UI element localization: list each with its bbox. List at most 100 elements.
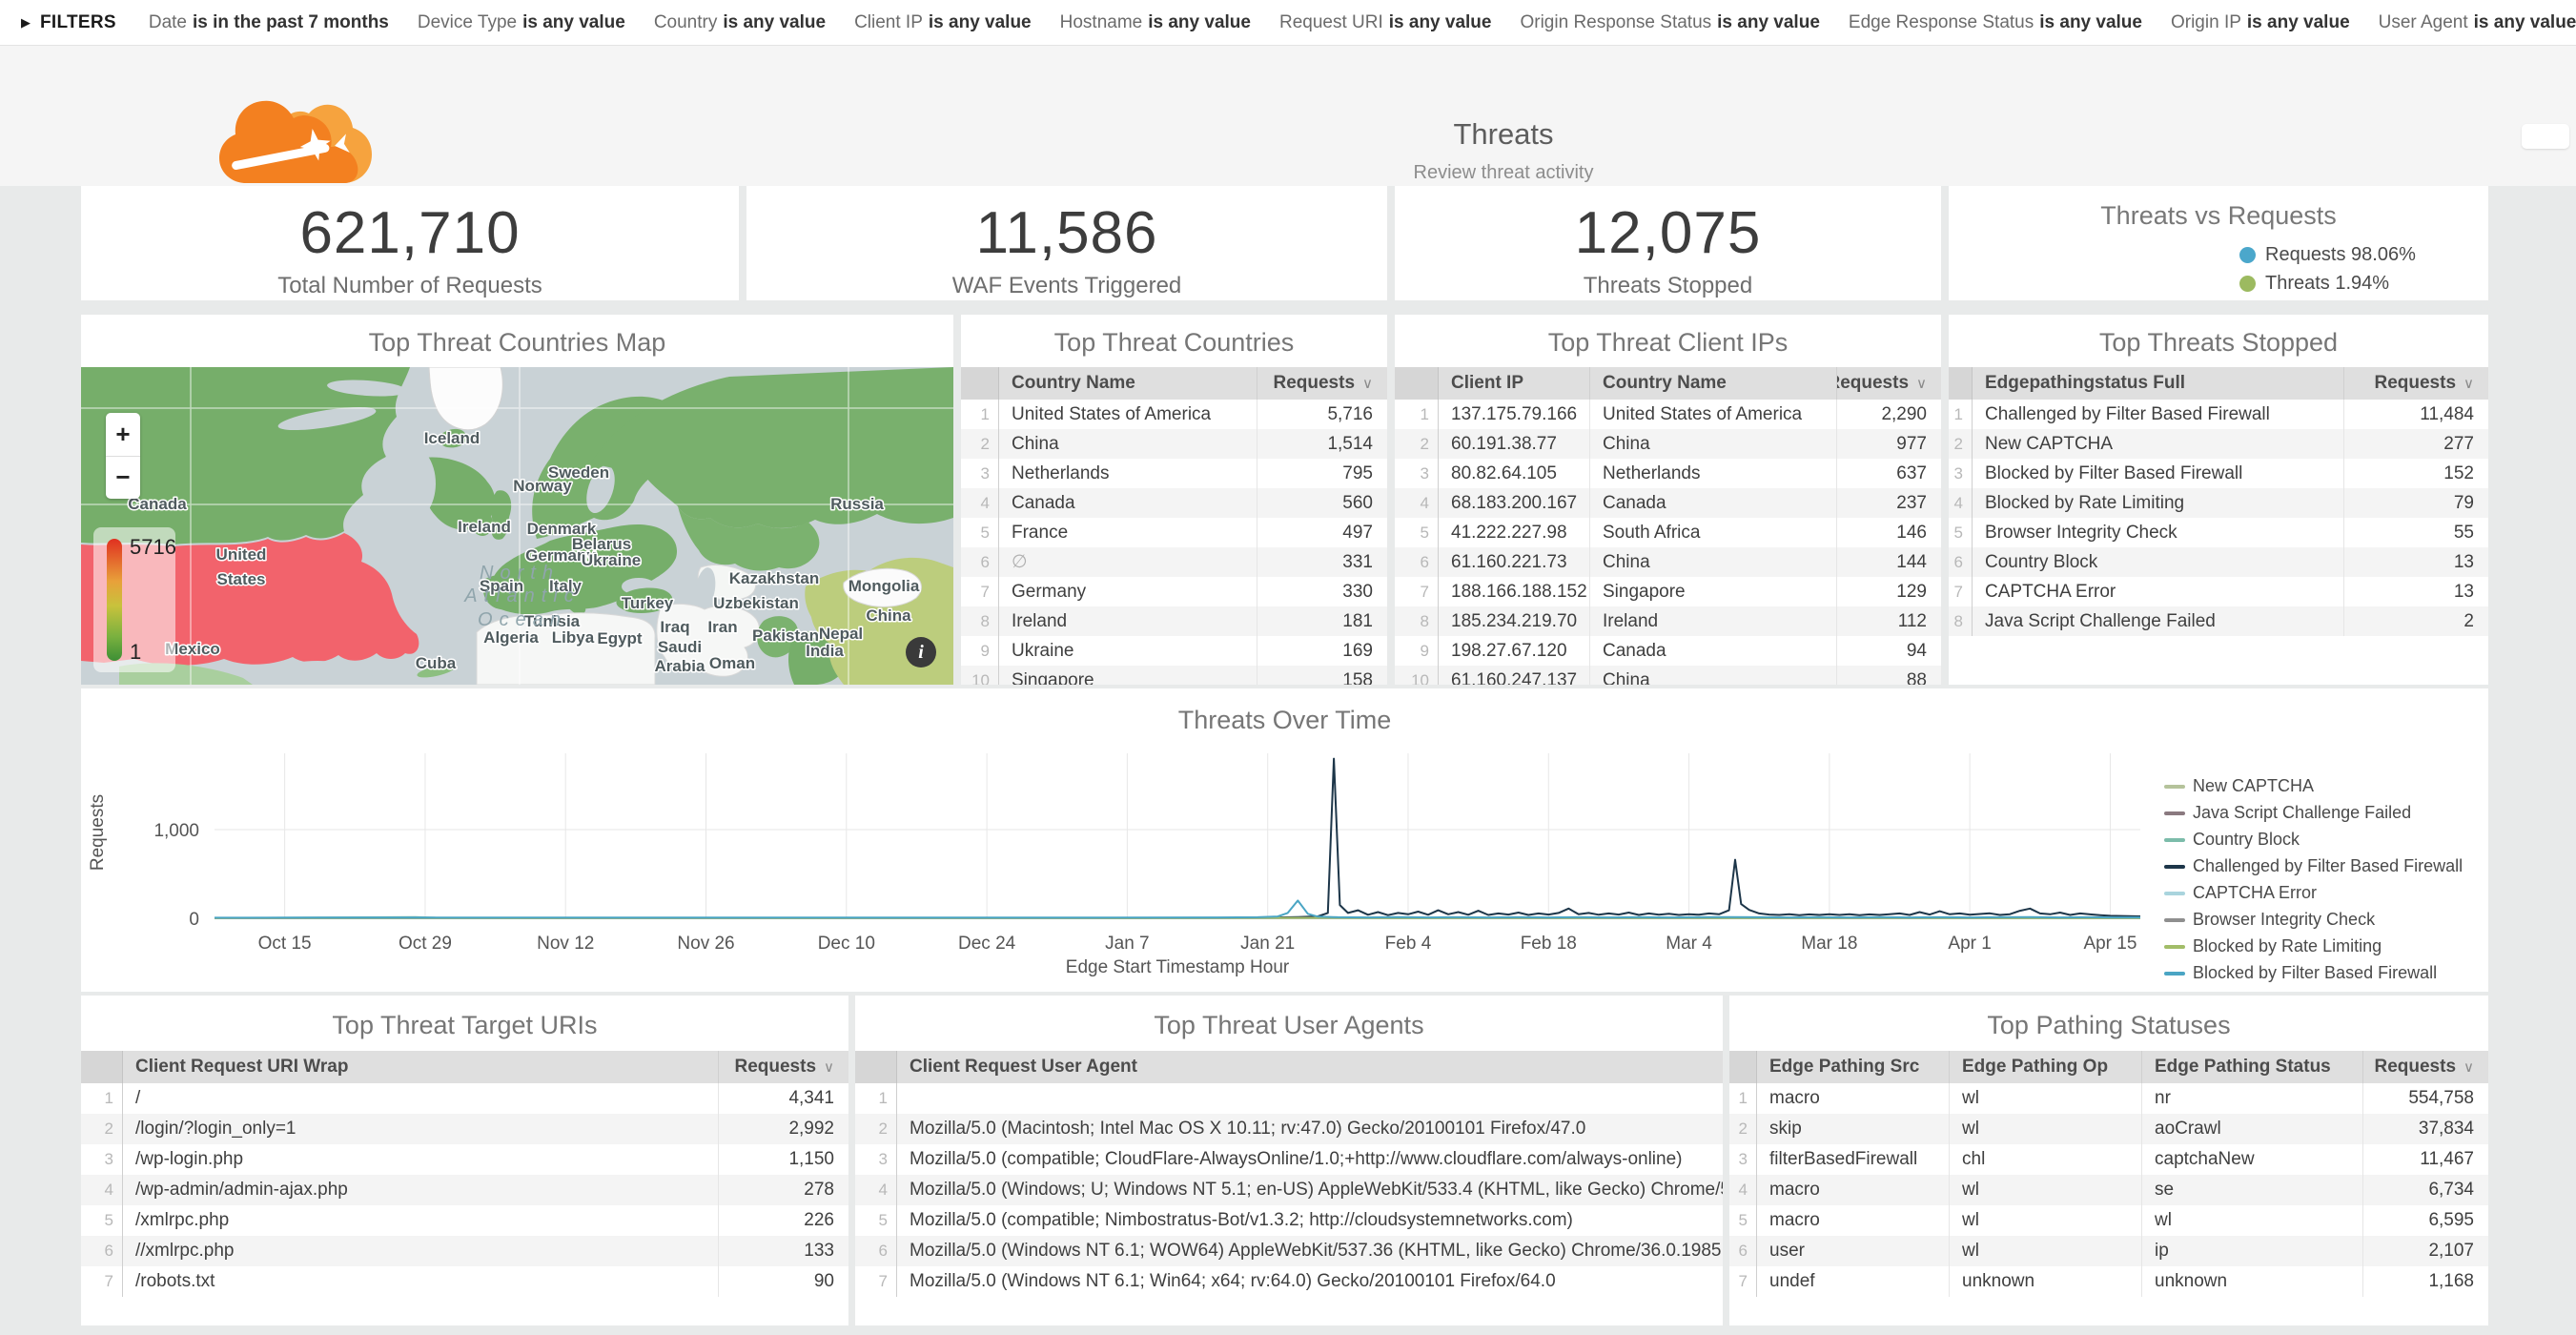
column-header[interactable]: Client Request User Agent — [897, 1051, 1723, 1083]
filter-item[interactable]: Countryis any value — [654, 12, 826, 33]
table-row[interactable]: 8Java Script Challenge Failed2 — [1949, 606, 2488, 636]
chart-legend-item[interactable]: Blocked by Filter Based Firewall — [2164, 963, 2463, 983]
table-row[interactable]: 2Mozilla/5.0 (Macintosh; Intel Mac OS X … — [855, 1114, 1723, 1144]
table-row[interactable]: 2New CAPTCHA277 — [1949, 429, 2488, 459]
table-row[interactable]: 3/wp-login.php1,150 — [81, 1144, 848, 1175]
chart-legend-item[interactable]: Blocked by Rate Limiting — [2164, 936, 2463, 956]
table-row[interactable]: 4macrowlse6,734 — [1729, 1175, 2488, 1205]
table-row[interactable]: 6∅331 — [961, 547, 1387, 577]
table-row[interactable]: 5Browser Integrity Check55 — [1949, 518, 2488, 547]
table-row[interactable]: 4Blocked by Rate Limiting79 — [1949, 488, 2488, 518]
table-row[interactable]: 5/xmlrpc.php226 — [81, 1205, 848, 1236]
table-row[interactable]: 7/robots.txt90 — [81, 1266, 848, 1297]
table-row[interactable]: 7Mozilla/5.0 (Windows NT 6.1; Win64; x64… — [855, 1266, 1723, 1297]
table-row[interactable]: 6Mozilla/5.0 (Windows NT 6.1; WOW64) App… — [855, 1236, 1723, 1266]
filter-item[interactable]: Hostnameis any value — [1060, 12, 1251, 33]
column-header[interactable]: Edge Pathing Status — [2141, 1051, 2362, 1083]
table-row[interactable]: 541.222.227.98South Africa146 — [1395, 518, 1941, 547]
chart-legend-item[interactable]: CAPTCHA Error — [2164, 883, 2463, 903]
table-row[interactable]: 2China1,514 — [961, 429, 1387, 459]
y-axis-label: Requests — [88, 766, 109, 899]
table-row[interactable]: 4/wp-admin/admin-ajax.php278 — [81, 1175, 848, 1205]
zoom-out-button[interactable]: − — [106, 457, 140, 500]
choropleth-map[interactable]: CanadaUnitedStatesMexicoCubaIcelandIrela… — [81, 367, 953, 685]
table-row[interactable]: 1United States of America5,716 — [961, 400, 1387, 429]
legend-swatch-icon — [2164, 972, 2185, 976]
chart-legend-item[interactable]: New CAPTCHA — [2164, 776, 2463, 796]
filter-item-list: Dateis in the past 7 months Device Typeis… — [149, 12, 2576, 33]
filters-toggle[interactable]: ▶ FILTERS — [21, 12, 116, 33]
table-row[interactable]: 380.82.64.105Netherlands637 — [1395, 459, 1941, 488]
sort-desc-icon: ∨ — [1362, 375, 1373, 392]
table-row[interactable]: 6Country Block13 — [1949, 547, 2488, 577]
column-header[interactable]: Requests∨ — [718, 1051, 848, 1083]
map-label: Cuba — [416, 654, 457, 672]
threat-countries-map-panel: Top Threat Countries Map — [81, 315, 953, 685]
column-header[interactable]: Country Name — [1589, 367, 1836, 400]
threats-over-time-chart[interactable]: Oct 15Oct 29Nov 12Nov 26Dec 10Dec 24Jan … — [81, 688, 2488, 992]
table-row[interactable]: 6userwlip2,107 — [1729, 1236, 2488, 1266]
column-header[interactable]: Requests∨ — [1836, 367, 1941, 400]
table-row[interactable]: 3Netherlands795 — [961, 459, 1387, 488]
chart-legend-item[interactable]: Browser Integrity Check — [2164, 910, 2463, 930]
table-row[interactable]: 1061.160.247.137China88 — [1395, 666, 1941, 685]
table-row[interactable]: 1137.175.79.166United States of America2… — [1395, 400, 1941, 429]
column-header[interactable]: Requests∨ — [2343, 367, 2488, 400]
column-header[interactable]: Edgepathingstatus Full — [1973, 367, 2343, 400]
table-row[interactable]: 3Mozilla/5.0 (compatible; CloudFlare-Alw… — [855, 1144, 1723, 1175]
column-header[interactable]: Country Name — [999, 367, 1257, 400]
table-row[interactable]: 2skipwlaoCrawl37,834 — [1729, 1114, 2488, 1144]
column-header[interactable]: Requests∨ — [2362, 1051, 2488, 1083]
info-icon[interactable]: i — [906, 637, 936, 668]
column-header[interactable]: Edge Pathing Op — [1949, 1051, 2141, 1083]
table-row[interactable]: 7CAPTCHA Error13 — [1949, 577, 2488, 606]
filter-item[interactable]: User Agentis any value — [2379, 12, 2576, 33]
chart-legend-item[interactable]: Challenged by Filter Based Firewall — [2164, 856, 2463, 876]
table-row[interactable]: 260.191.38.77China977 — [1395, 429, 1941, 459]
table-row[interactable]: 3filterBasedFirewallchlcaptchaNew11,467 — [1729, 1144, 2488, 1175]
filter-item[interactable]: Origin Response Statusis any value — [1520, 12, 1819, 33]
top-threat-countries-panel: Top Threat Countries Country NameRequest… — [961, 315, 1387, 685]
table-row[interactable]: 4Canada560 — [961, 488, 1387, 518]
filter-item[interactable]: Dateis in the past 7 months — [149, 12, 389, 33]
table-row[interactable]: 10Singapore158 — [961, 666, 1387, 685]
floating-button[interactable] — [2522, 124, 2569, 149]
table-row[interactable]: 7undefunknownunknown1,168 — [1729, 1266, 2488, 1297]
filter-item[interactable]: Client IPis any value — [854, 12, 1032, 33]
stat-label: Threats Stopped — [1395, 273, 1941, 299]
zoom-in-button[interactable]: + — [106, 413, 140, 457]
table-row[interactable]: 8Ireland181 — [961, 606, 1387, 636]
table-row[interactable]: 1 — [855, 1083, 1723, 1114]
table-row[interactable]: 2/login/?login_only=12,992 — [81, 1114, 848, 1144]
table-row[interactable]: 468.183.200.167Canada237 — [1395, 488, 1941, 518]
legend-swatch-icon — [2164, 785, 2185, 789]
table-row[interactable]: 6//xmlrpc.php133 — [81, 1236, 848, 1266]
table-row[interactable]: 661.160.221.73China144 — [1395, 547, 1941, 577]
table-row[interactable]: 9198.27.67.120Canada94 — [1395, 636, 1941, 666]
chart-legend-item[interactable]: Java Script Challenge Failed — [2164, 803, 2463, 823]
table-row[interactable]: 1macrowlnr554,758 — [1729, 1083, 2488, 1114]
top-threat-countries-table: Country NameRequests∨1United States of A… — [961, 367, 1387, 685]
column-header[interactable]: Client Request URI Wrap — [123, 1051, 718, 1083]
table-row[interactable]: 5Mozilla/5.0 (compatible; Nimbostratus-B… — [855, 1205, 1723, 1236]
table-row[interactable]: 8185.234.219.70Ireland112 — [1395, 606, 1941, 636]
column-header[interactable]: Edge Pathing Src — [1757, 1051, 1949, 1083]
table-row[interactable]: 1/4,341 — [81, 1083, 848, 1114]
table-row[interactable]: 7Germany330 — [961, 577, 1387, 606]
world-map[interactable]: CanadaUnitedStatesMexicoCubaIcelandIrela… — [81, 367, 953, 685]
map-label: Nepal — [819, 625, 863, 643]
table-row[interactable]: 5France497 — [961, 518, 1387, 547]
chart-legend-item[interactable]: Country Block — [2164, 830, 2463, 850]
table-row[interactable]: 1Challenged by Filter Based Firewall11,4… — [1949, 400, 2488, 429]
filter-item[interactable]: Origin IPis any value — [2171, 12, 2350, 33]
filter-item[interactable]: Request URIis any value — [1279, 12, 1492, 33]
column-header[interactable]: Client IP — [1439, 367, 1589, 400]
table-row[interactable]: 7188.166.188.152Singapore129 — [1395, 577, 1941, 606]
filter-item[interactable]: Edge Response Statusis any value — [1849, 12, 2142, 33]
table-row[interactable]: 3Blocked by Filter Based Firewall152 — [1949, 459, 2488, 488]
column-header[interactable]: Requests∨ — [1257, 367, 1387, 400]
table-row[interactable]: 9Ukraine169 — [961, 636, 1387, 666]
filter-item[interactable]: Device Typeis any value — [418, 12, 625, 33]
table-row[interactable]: 5macrowlwl6,595 — [1729, 1205, 2488, 1236]
table-row[interactable]: 4Mozilla/5.0 (Windows; U; Windows NT 5.1… — [855, 1175, 1723, 1205]
